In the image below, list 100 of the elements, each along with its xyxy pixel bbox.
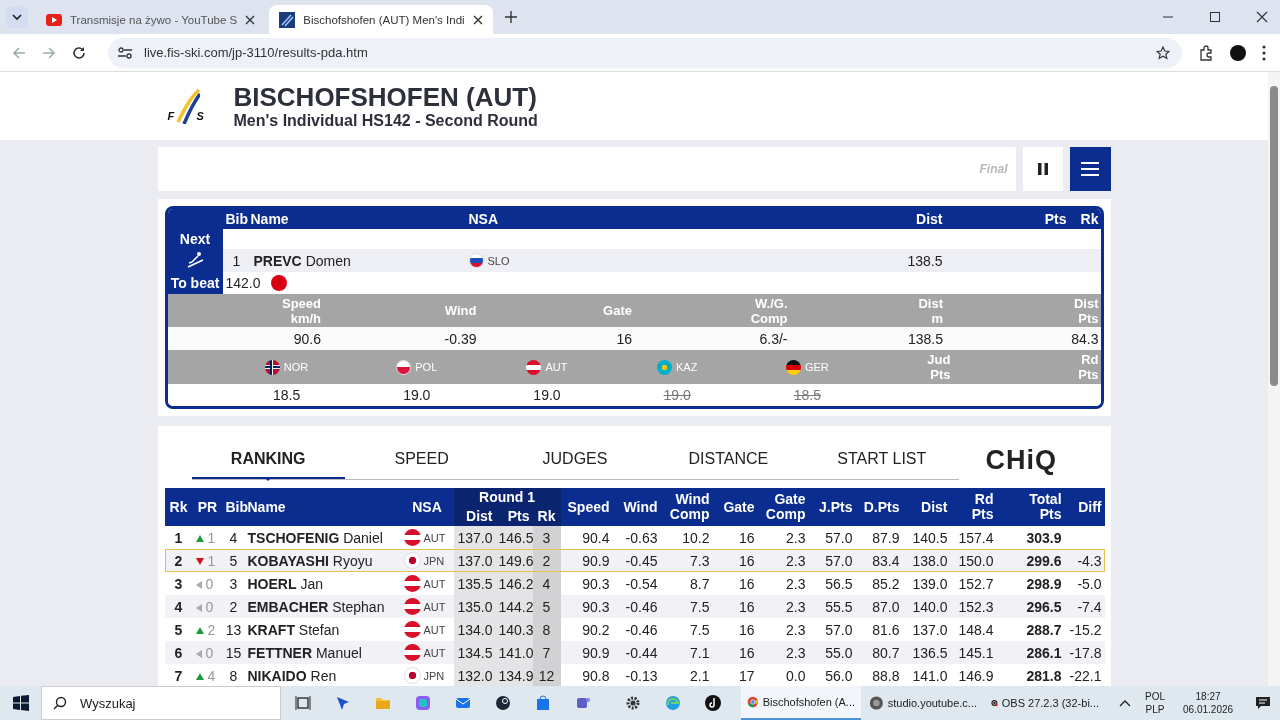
athlete-name: FETTNER Manuel [247,644,362,661]
nation-code: JPN [423,554,445,567]
column-header: Rk [164,488,193,526]
table-cell: 83.4 [855,549,903,572]
search-field[interactable]: Wyszukaj [41,686,281,720]
stat-header: Dist m [917,295,944,326]
table-cell: 135.0 [453,595,496,618]
gear-icon[interactable] [625,695,641,711]
ranking-row[interactable]: 6 0 15 FETTNER Manuel AUT 134.5 141.0 7 90.9 -0.44 7.1 16 2.3 55.0 80.7 136.5 145.1 286.1 -17.8 [164,641,1105,664]
close-icon[interactable] [472,14,483,25]
disc-icon [869,694,884,712]
maximize-icon[interactable] [1209,11,1221,23]
ranking-row[interactable]: 4 0 2 EMBACHER Stephan AUT 135.0 144.2 5 90.3 -0.46 7.5 16 2.3 55.5 87.0 140.0 152.3 296.5 -7.4 [164,595,1105,618]
table-cell: 85.2 [855,572,903,595]
rank-number: 2 [164,549,193,572]
new-tab-icon[interactable] [504,11,517,23]
position-change: 2 [207,621,216,638]
profile-avatar-icon[interactable] [1230,44,1246,61]
steam-icon[interactable] [495,695,511,711]
table-cell: 90.3 [560,595,613,618]
scrollbar[interactable] [1268,72,1280,686]
table-cell: 2.3 [757,595,809,618]
reload-icon[interactable] [72,45,86,60]
table-cell: 88.8 [855,664,903,686]
teams-icon[interactable] [575,695,591,711]
bookmark-star-icon[interactable] [1156,45,1170,60]
close-icon[interactable] [245,14,256,25]
nation-code: AUT [423,623,446,636]
nation-code: AUT [423,531,446,544]
position-change: 1 [207,529,216,546]
tab[interactable]: DISTANCE [651,440,806,479]
task-view-icon[interactable] [295,695,311,711]
table-cell: 2.3 [757,572,809,595]
store-bag-icon[interactable] [535,695,551,711]
mail-icon[interactable] [455,695,471,711]
tab[interactable]: JUDGES [498,440,652,479]
taskbar-app[interactable]: OBS 27.2.3 (32-bi... [985,686,1105,720]
taskbar-app[interactable]: Bischofshofen (A... [741,686,861,720]
nation-code: JPN [423,669,445,682]
tab-list-caret-icon[interactable] [6,6,28,28]
windows-start-icon[interactable] [13,695,29,711]
ranking-row[interactable]: 2 1 5 KOBAYASHI Ryoyu JPN 137.0 149.6 2 90.9 -0.45 7.3 16 2.3 57.0 83.4 138.0 150.0 299.6 -4.3 [164,549,1105,572]
nation-code: SLO [487,254,510,267]
column-header: Diff [1064,488,1105,526]
table-cell: 299.6 [996,549,1065,572]
tab[interactable]: START LIST [805,440,959,479]
more-menu-icon[interactable] [1262,44,1266,61]
table-cell: 2.3 [757,618,809,641]
video-play-icon [46,13,62,26]
table-cell: 55.0 [808,641,856,664]
judge-score: 18.5 [271,387,302,403]
clock[interactable]: 18:27 06.01.2026 [1183,690,1234,716]
table-cell: 139.0 [902,572,951,595]
table-cell: 146.2 [495,572,533,595]
stat-value: -0.39 [443,330,478,347]
table-cell: -17.8 [1064,641,1105,664]
language-indicator[interactable]: POL PLP [1145,690,1165,716]
close-icon[interactable] [1256,11,1268,23]
table-cell: 57.0 [808,618,856,641]
bib-number: 13 [222,618,245,641]
taskbar-app[interactable]: studio.youtube.c... [863,686,983,720]
ranking-row[interactable]: 5 2 13 KRAFT Stefan AUT 134.0 140.3 8 90.2 -0.46 7.5 16 2.3 57.0 81.6 137.0 148.4 288.7 -15.2 [164,618,1105,641]
event-subtitle: Men's Individual HS142 - Second Round [233,112,538,130]
table-cell: 7.5 [660,618,713,641]
table-cell: -0.13 [612,664,661,686]
table-cell: 0.0 [757,664,809,686]
tab[interactable]: SPEED [344,440,499,479]
table-cell: 303.9 [996,526,1065,549]
table-cell: 10.2 [660,526,713,549]
table-cell: 134.9 [495,664,533,686]
table-cell: 149.6 [495,549,533,572]
stat-value: 16 [615,330,633,347]
music-note-icon[interactable] [705,695,721,711]
chevron-up-icon[interactable] [1119,699,1131,707]
ranking-row[interactable]: 3 0 3 HOERL Jan AUT 135.5 146.2 4 90.3 -0.54 8.7 16 2.3 56.5 85.2 139.0 152.7 298.9 -5.0 [164,572,1105,595]
rank-number: 3 [164,572,193,595]
column-header: Round 1 [453,488,561,507]
ranking-row[interactable]: 1 1 4 TSCHOFENIG Daniel AUT 137.0 146.5 3 90.4 -0.63 10.2 16 2.3 57.0 87.9 140.5 157.4 303.9 [164,526,1105,549]
arrow-app-icon[interactable] [335,695,351,711]
address-bar[interactable]: live.fis-ski.com/jp-3110/results-pda.htm [108,37,1182,68]
table-cell: 90.8 [560,664,613,686]
notification-icon[interactable] [1255,696,1272,710]
site-settings-icon[interactable] [118,46,132,59]
pause-button[interactable] [1022,147,1063,191]
copilot-app-icon[interactable] [415,695,431,711]
table-cell: 2.3 [757,641,809,664]
column-header: Rd Pts [950,488,997,526]
search-icon [53,696,67,710]
column-header: Wind [612,488,661,526]
table-cell: 286.1 [996,641,1065,664]
browser-tab[interactable]: Bischofshofen (AUT) Men's Indi [269,5,493,34]
table-cell: 2.1 [660,664,713,686]
table-cell: 80.7 [855,641,903,664]
column-header: Name [250,211,290,227]
menu-button[interactable] [1069,147,1111,191]
browser-tab[interactable]: Transmisje na żywo - YouTube S [36,5,266,34]
table-cell: 7.3 [660,549,713,572]
table-cell: 141.0 [495,641,533,664]
extensions-icon[interactable] [1198,44,1214,61]
column-header: Pts [1043,211,1068,227]
